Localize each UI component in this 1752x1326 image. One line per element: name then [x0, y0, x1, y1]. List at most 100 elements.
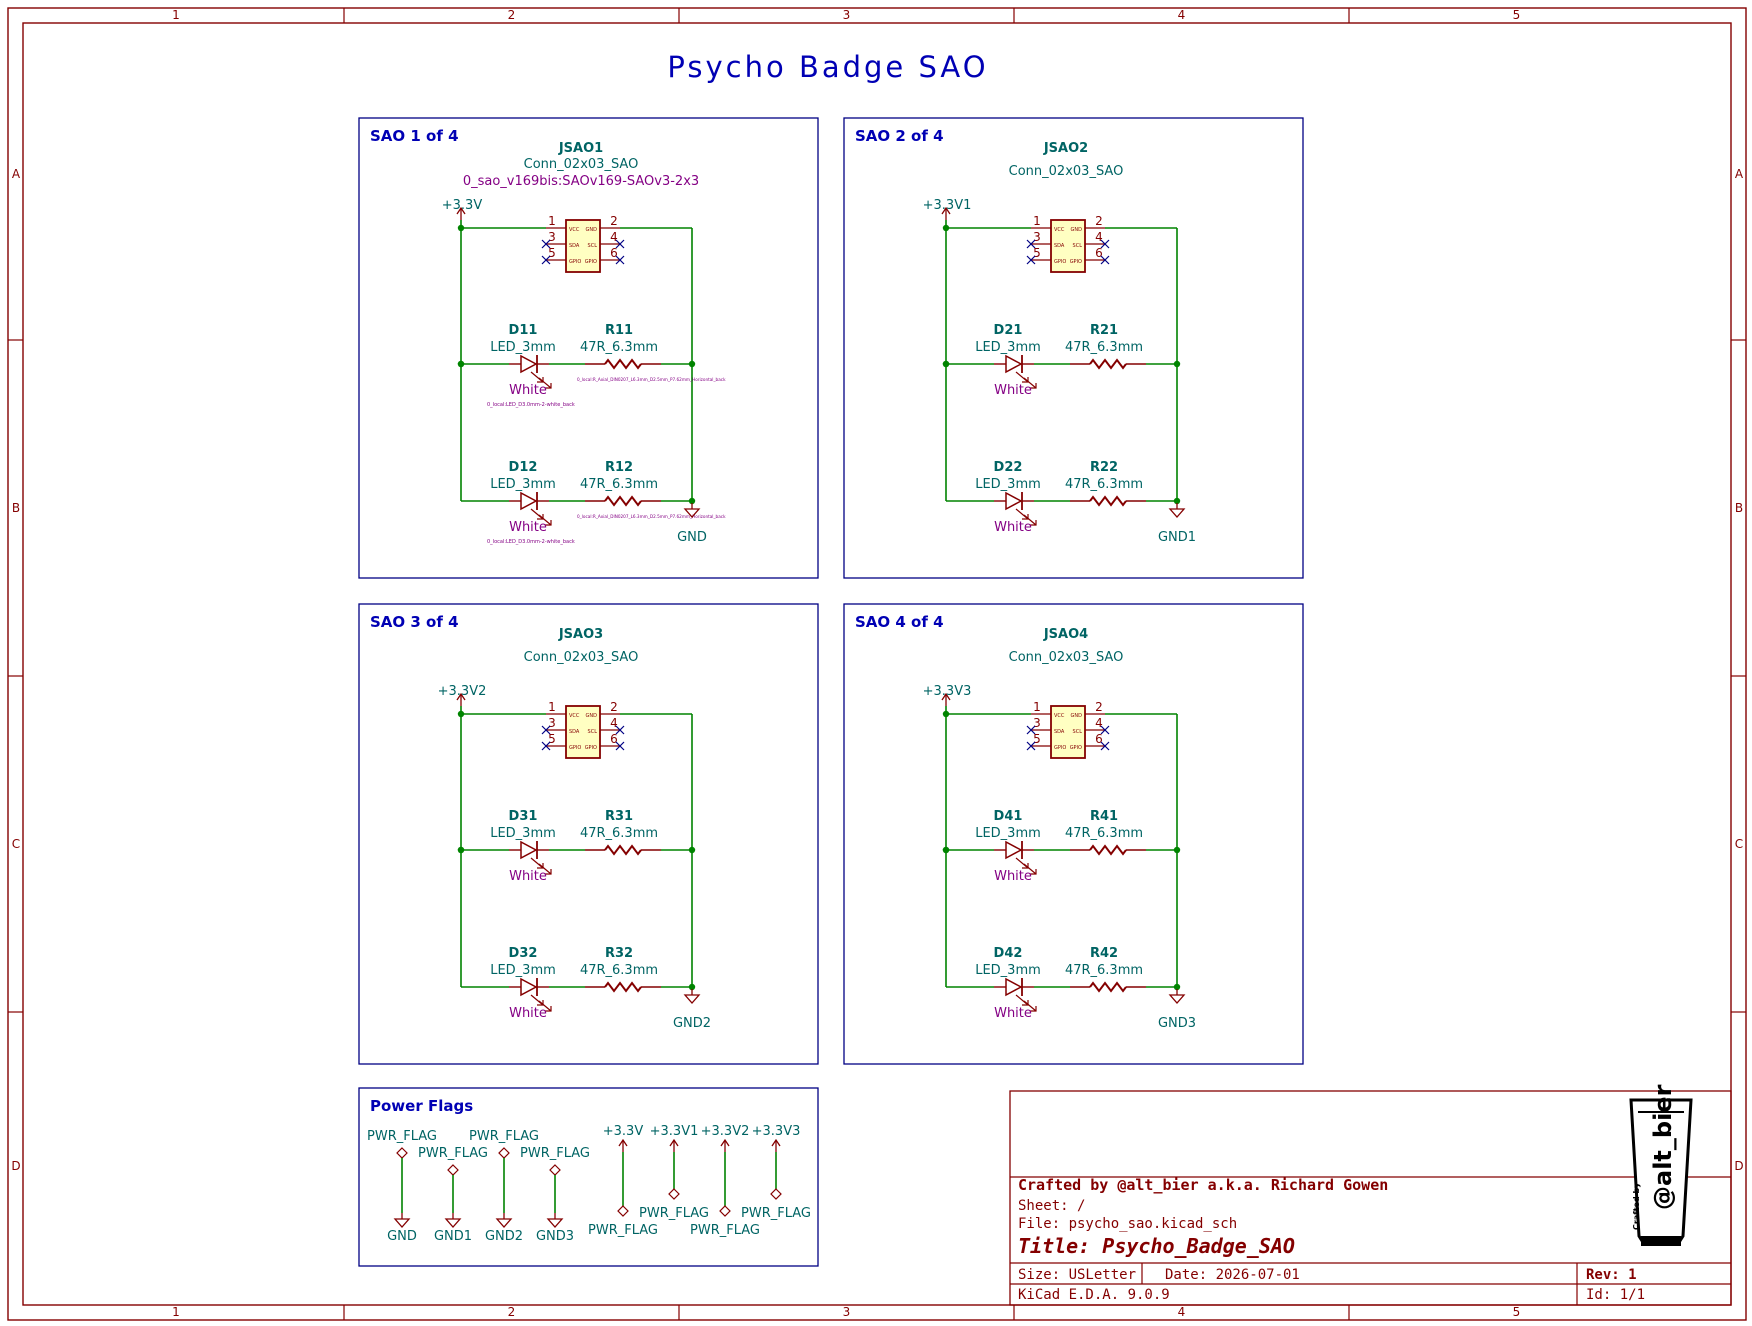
vcc-net-label: +3.3V: [442, 198, 483, 213]
sao-blocks: SAO 1 of 4JSAO1Conn_02x03_SAO0_sao_v169b…: [358, 117, 1304, 1065]
power-vcc-symbol: [771, 1138, 781, 1152]
vcc-net-label: +3.3V2: [438, 684, 487, 699]
pin-name: GPIO: [585, 259, 597, 265]
resistor-symbol: [585, 358, 661, 370]
gnd-net-label: GND2: [485, 1229, 523, 1244]
led-footprint: 0_local:LED_D3.0mm-2-white_back: [487, 539, 575, 545]
frame-row-label-left: A: [12, 167, 21, 181]
gnd-net-label: GND1: [434, 1229, 472, 1244]
pin-number: 5: [548, 732, 556, 746]
led-value: LED_3mm: [975, 963, 1041, 978]
pin-number: 5: [1033, 246, 1041, 260]
frame-row-label-left: C: [12, 837, 20, 851]
sao-block: SAO 1 of 4 JSAO1Conn_02x03_SAO 0_sao_v169b…: [358, 117, 819, 579]
sao-connector-symbol: 1 2 VCC GND 3 4 SDA SCL 5 6 GPIO GPIO: [541, 700, 625, 759]
pin-number: 5: [548, 246, 556, 260]
frame-col-label-top: 5: [1513, 8, 1521, 22]
sao-block-title: SAO 2 of 4: [855, 127, 944, 145]
led-footprint: 0_local:LED_D3.0mm-2-white_back: [487, 402, 575, 408]
pin-name: GND: [1071, 227, 1083, 233]
pin-name: SDA: [569, 729, 580, 735]
gnd-net-label: GND2: [673, 1016, 711, 1031]
gnd-net-label: GND3: [536, 1229, 574, 1244]
connector-value: Conn_02x03_SAO: [524, 157, 639, 172]
power-vcc-symbol: [669, 1138, 679, 1152]
pin-number: 2: [610, 214, 618, 228]
frame-row-label-right: B: [1735, 501, 1743, 515]
resistor-symbol: [1070, 358, 1146, 370]
sao-block: SAO 4 of 4JSAO4Conn_02x03_SAO1 2VCC GND3 4S…: [843, 603, 1304, 1065]
power-gnd-symbol: [495, 1213, 513, 1228]
pin-number: 3: [548, 230, 556, 244]
led-triangle: [1005, 354, 1023, 374]
resistor-zigzag: [604, 495, 642, 507]
pin-name: GND: [586, 713, 598, 719]
resistor-zigzag: [1089, 495, 1127, 507]
pin-number: 2: [1095, 700, 1103, 714]
led-ref: D12: [509, 460, 538, 475]
pwr-flag-diamond: [498, 1147, 510, 1159]
pwr-flag-label: PWR_FLAG: [469, 1129, 539, 1144]
junction-dot: [1173, 360, 1181, 368]
pin-name: GPIO: [1054, 745, 1066, 751]
gnd-net-label: GND1: [1158, 530, 1196, 545]
pin-name: VCC: [1054, 227, 1065, 233]
resistor-value: 47R_6.3mm: [1065, 340, 1143, 355]
resistor-value: 47R_6.3mm: [1065, 963, 1143, 978]
frame-row-label-left: D: [11, 1159, 20, 1173]
frame-col-label-top: 1: [172, 8, 180, 22]
led-ref: D22: [994, 460, 1023, 475]
resistor-symbol: [585, 844, 661, 856]
frame-row-label-right: C: [1735, 837, 1743, 851]
resistor-ref: R42: [1090, 946, 1118, 961]
power-vcc-symbol: [618, 1138, 628, 1152]
power-gnd-symbol: [1168, 503, 1186, 518]
frame-col-label-top: 4: [1178, 8, 1186, 22]
pin-name: GPIO: [1070, 259, 1082, 265]
led-ref: D42: [994, 946, 1023, 961]
led-color: White: [994, 869, 1032, 884]
pin-name: SDA: [1054, 729, 1065, 735]
title-block-id: Id: 1/1: [1586, 1287, 1645, 1303]
pin-name: SCL: [588, 729, 598, 735]
frame-row-label-right: A: [1735, 167, 1744, 181]
led-value: LED_3mm: [490, 826, 556, 841]
pin-number: 4: [610, 230, 618, 244]
title-block-rev: Rev: 1: [1586, 1267, 1637, 1283]
pin-name: GPIO: [569, 259, 581, 265]
gnd-triangle: [1168, 994, 1186, 1004]
power-flags-title: Power Flags: [370, 1097, 473, 1115]
power-gnd-symbol: [546, 1213, 564, 1228]
pin-number: 4: [1095, 230, 1103, 244]
power-gnd-symbol: [683, 989, 701, 1004]
pwr-flag-label: PWR_FLAG: [690, 1223, 760, 1238]
pin-name: VCC: [569, 227, 580, 233]
pin-number: 4: [610, 716, 618, 730]
gnd-triangle: [546, 1218, 564, 1228]
resistor-zigzag: [604, 981, 642, 993]
sao-connector-symbol: 1 2 VCC GND 3 4 SDA SCL 5 6 GPIO GPIO: [1026, 214, 1110, 273]
pwr-flag-label: PWR_FLAG: [588, 1223, 658, 1238]
resistor-zigzag: [1089, 358, 1127, 370]
frame-col-label-bottom: 1: [172, 1305, 180, 1319]
power-gnd-symbol: [444, 1213, 462, 1228]
connector-footprint: 0_sao_v169bis:SAOv169-SAOv3-2x3: [463, 174, 699, 189]
pin-name: SDA: [1054, 243, 1065, 249]
resistor-footprint: 0_local:R_Axial_DIN0207_L6.3mm_D2.5mm_P7…: [577, 514, 726, 519]
frame-col-label-bottom: 2: [508, 1305, 516, 1319]
connector-ref: JSAO4: [1043, 627, 1088, 642]
sao-connector-symbol: 1 2 VCC GND 3 4 SDA SCL 5 6 GPIO GPIO: [541, 214, 625, 273]
pin-number: 4: [1095, 716, 1103, 730]
resistor-value: 47R_6.3mm: [580, 340, 658, 355]
pin-number: 6: [1095, 246, 1103, 260]
junction-dot: [457, 360, 465, 368]
pin-name: GPIO: [569, 745, 581, 751]
frame-col-label-top: 3: [843, 8, 851, 22]
led-color: White: [994, 383, 1032, 398]
title-block-file: File: psycho_sao.kicad_sch: [1018, 1216, 1237, 1232]
power-flags-block: Power Flags PWR_FLAG GND PWR_FLAG GND1 PWR_FL…: [358, 1087, 819, 1267]
logo-glass-base: [1641, 1236, 1681, 1246]
pwr-flag-label: PWR_FLAG: [741, 1206, 811, 1221]
pin-number: 1: [548, 214, 556, 228]
title-block-title: Title: Psycho_Badge_SAO: [1018, 1234, 1295, 1258]
